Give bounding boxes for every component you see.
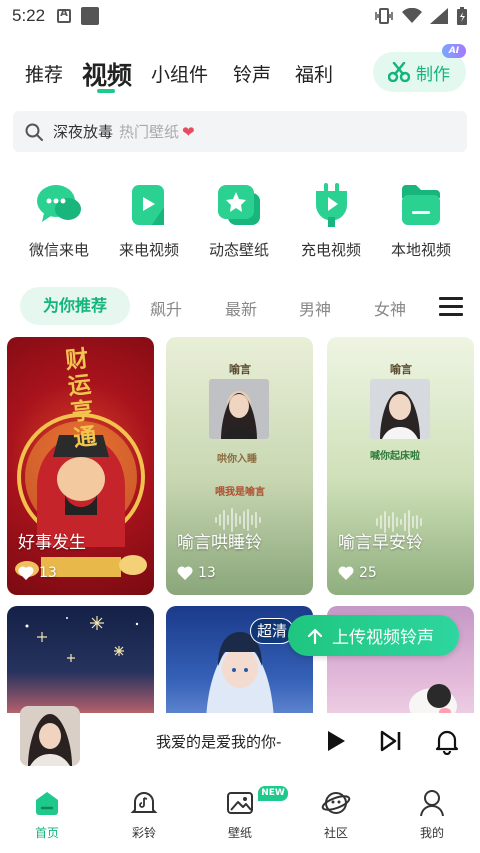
category-label: 动态壁纸: [208, 241, 269, 259]
battery-icon: [457, 7, 467, 25]
notification-a-icon: [57, 8, 72, 23]
likes-count: 25: [359, 565, 377, 581]
upload-button-label: 上传视频铃声: [332, 628, 434, 648]
sub-tab-bar: 为你推荐 飙升 最新 男神 女神: [0, 287, 480, 325]
call-video-icon: [126, 183, 172, 227]
category-live-wallpaper[interactable]: 动态壁纸: [194, 183, 284, 260]
category-shortcuts: 微信来电 来电视频 动态壁纸 充电视频 本地视频: [0, 183, 480, 263]
heart-icon: [338, 566, 354, 580]
active-tab-indicator: [97, 89, 115, 93]
likes-count: 13: [39, 565, 57, 581]
card-title: 好事发生: [18, 533, 86, 553]
bottom-navigation: 首页 彩铃 壁纸 社区 我的: [0, 778, 480, 853]
now-playing-title: 我爱的是爱我的你-: [156, 733, 282, 751]
tab-welfare[interactable]: 福利: [295, 60, 333, 87]
subtab-for-you[interactable]: 为你推荐: [20, 287, 130, 325]
charging-video-icon: [308, 183, 354, 227]
skip-next-icon: [380, 730, 401, 752]
artist-photo: [370, 379, 430, 439]
category-local-video[interactable]: 本地视频: [376, 183, 466, 260]
nav-label: 首页: [34, 826, 59, 840]
nav-label: 彩铃: [131, 826, 156, 840]
heart-emoji-icon: ❤: [182, 122, 195, 141]
poster-line-2: 喂我是喻言: [215, 487, 265, 498]
search-suggestion: 深夜放毒: [53, 123, 114, 141]
nav-home[interactable]: 首页: [17, 788, 77, 841]
nav-profile[interactable]: 我的: [402, 788, 462, 841]
make-button-label: 制作: [416, 64, 450, 85]
subtab-latest[interactable]: 最新: [225, 296, 257, 320]
category-charging-video[interactable]: 充电视频: [286, 183, 376, 260]
nav-label: 社区: [323, 826, 348, 840]
subtab-rising[interactable]: 飙升: [150, 296, 182, 320]
nav-ringtones[interactable]: 彩铃: [114, 788, 174, 841]
album-cover[interactable]: [20, 706, 80, 766]
search-hint: 热门壁纸: [119, 123, 180, 141]
card-likes: 13: [18, 565, 57, 581]
video-card[interactable]: 喻言 喊你起床啦 喻言早安铃 25: [327, 337, 474, 595]
category-label: 充电视频: [300, 241, 361, 259]
scissors-icon: [388, 62, 410, 82]
artist-photo: [209, 379, 269, 439]
tab-widgets[interactable]: 小组件: [151, 60, 208, 87]
nav-community[interactable]: 社区: [306, 788, 366, 841]
play-button[interactable]: [321, 727, 349, 755]
make-button[interactable]: 制作: [373, 52, 466, 92]
ringtone-alert-button[interactable]: [433, 727, 461, 756]
subtab-female-idols[interactable]: 女神: [374, 296, 406, 320]
category-call-video[interactable]: 来电视频: [104, 183, 194, 260]
vibrate-icon: [375, 8, 393, 24]
card-title: 喻言哄睡铃: [177, 533, 262, 553]
home-icon: [32, 788, 62, 818]
wifi-icon: [402, 8, 422, 23]
category-wechat-call[interactable]: 微信来电: [14, 183, 104, 260]
nav-label: 壁纸: [227, 826, 252, 840]
profile-icon: [417, 788, 447, 818]
community-icon: [321, 788, 351, 818]
status-bar: 5:22: [0, 0, 480, 32]
category-label: 来电视频: [118, 241, 179, 259]
wechat-call-icon: [36, 183, 82, 227]
video-card[interactable]: 喻言 哄你入睡 喂我是喻言 喻言哄睡铃 13: [166, 337, 313, 595]
next-track-button[interactable]: [377, 727, 405, 755]
live-wallpaper-icon: [216, 183, 262, 227]
heart-icon: [18, 566, 34, 580]
heart-icon: [177, 566, 193, 580]
play-icon: [328, 731, 345, 751]
local-video-icon: [398, 183, 444, 227]
upload-video-ringtone-button[interactable]: 上传视频铃声: [288, 615, 459, 656]
tab-recommend[interactable]: 推荐: [25, 60, 63, 87]
notification-square-icon: [81, 7, 100, 25]
mini-player: 我爱的是爱我的你-: [0, 706, 480, 769]
category-label: 本地视频: [390, 241, 451, 259]
signal-icon: [430, 8, 448, 24]
menu-icon[interactable]: [439, 297, 463, 317]
poster-name: 喻言: [229, 363, 251, 376]
status-time: 5:22: [12, 6, 46, 25]
category-label: 微信来电: [28, 241, 89, 259]
upload-icon: [307, 628, 323, 644]
ai-badge: AI: [442, 44, 466, 58]
video-card[interactable]: 财运亨通 好事发生 13: [7, 337, 154, 595]
card-likes: 13: [177, 565, 216, 581]
bell-icon: [435, 730, 459, 756]
search-bar[interactable]: 深夜放毒 热门壁纸 ❤: [13, 111, 467, 152]
tab-ringtones[interactable]: 铃声: [233, 60, 271, 87]
search-icon: [25, 123, 43, 141]
new-badge: NEW: [258, 786, 288, 801]
likes-count: 13: [198, 565, 216, 581]
ringtone-bell-icon: [129, 788, 159, 818]
card-title: 喻言早安铃: [338, 533, 423, 553]
poster-line-1: 喊你起床啦: [370, 451, 420, 462]
nav-label: 我的: [419, 826, 444, 840]
tab-video[interactable]: 视频: [82, 56, 132, 92]
card-likes: 25: [338, 565, 377, 581]
poster-line-1: 哄你入睡: [217, 454, 257, 465]
wallpaper-icon: [225, 788, 255, 818]
poster-name: 喻言: [390, 363, 412, 376]
subtab-male-idols[interactable]: 男神: [299, 296, 331, 320]
